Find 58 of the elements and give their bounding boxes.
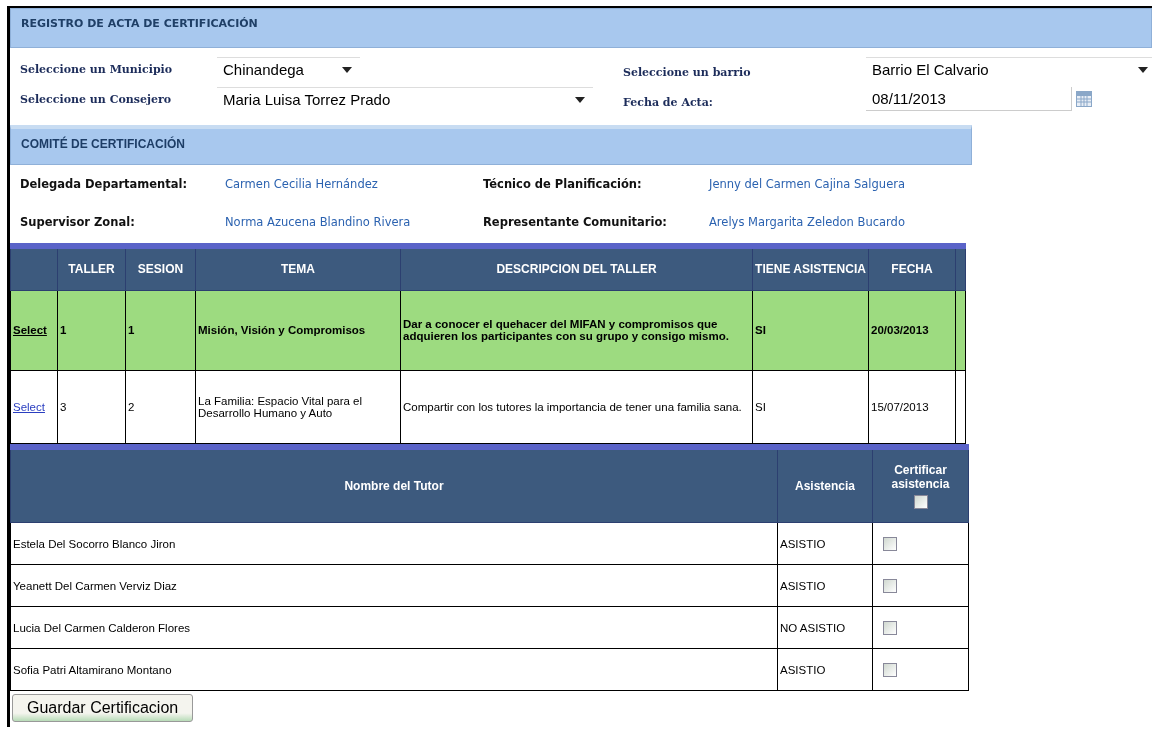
caret-icon <box>575 96 585 103</box>
table-cell: 1 <box>125 290 196 370</box>
select-all-checkbox[interactable] <box>913 494 928 509</box>
column-header: FECHA <box>868 246 956 290</box>
section-title: COMITÉ DE CERTIFICACIÓN <box>21 137 185 151</box>
save-button[interactable]: Guardar Certificacion <box>12 694 194 722</box>
column-header <box>10 246 58 290</box>
caret-icon <box>1138 66 1148 73</box>
checkbox[interactable] <box>883 662 897 677</box>
table-cell: SI <box>752 290 869 370</box>
column-header: DESCRIPCION DEL TALLER <box>400 246 753 290</box>
caret-icon <box>342 66 352 73</box>
field-label: Seleccione un barrio <box>623 65 752 79</box>
table-cell: Sofia Patri Altamirano Montano <box>10 648 778 691</box>
municipio-dropdown[interactable]: Chinandega <box>217 57 360 81</box>
column-header: TALLER <box>57 246 126 290</box>
table-cell: ASISTIO <box>777 522 873 565</box>
member-role: Representante Comunitario: <box>483 214 668 231</box>
member-role: Supervisor Zonal: <box>20 214 136 231</box>
column-header: TEMA <box>195 246 401 290</box>
member-role: Delegada Departamental: <box>20 177 189 193</box>
table-cell: Estela Del Socorro Blanco Jiron <box>10 522 778 565</box>
table-cell: Lucia Del Carmen Calderon Flores <box>10 606 778 649</box>
member-name: Norma Azucena Blandino Rivera <box>225 214 412 231</box>
field-label: Seleccione un Consejero <box>20 92 173 106</box>
column-header: SESION <box>125 246 196 290</box>
column-header: TIENE ASISTENCIA <box>752 246 869 290</box>
table-cell: 1 <box>57 290 126 370</box>
table-cell: SI <box>752 370 869 443</box>
checkbox[interactable] <box>883 578 897 593</box>
workshop-row[interactable]: Select 1 1 Misión, Visión y Compromisos Dar a conocer el quehacer del MIFAN y compromisos que adquieren los participantes con su grupo y consigo mismo. SI 20/03/2013 <box>10 290 966 370</box>
table-cell: ASISTIO <box>777 564 873 607</box>
calendar-icon[interactable] <box>1076 91 1092 107</box>
table-cell: Misión, Visión y Compromisos <box>195 290 401 370</box>
workshop-row[interactable]: Select 3 2 La Familia: Espacio Vital para el Desarrollo Humano y Auto Compartir con los tutores la importancia de tener una familia sana. SI 15/07/2013 <box>10 370 966 443</box>
member-name: Carmen Cecilia Hernández <box>225 177 379 193</box>
table-cell: NO ASISTIO <box>777 606 873 649</box>
table-cell: La Familia: Espacio Vital para el Desarrollo Humano y Auto <box>195 370 401 443</box>
table-cell: 3 <box>57 370 126 443</box>
select-link[interactable]: Select <box>13 400 45 413</box>
table-cell: 2 <box>125 370 196 443</box>
table-cell: Yeanett Del Carmen Verviz Diaz <box>10 564 778 607</box>
select-link[interactable]: Select <box>13 324 47 336</box>
section-title: REGISTRO DE ACTA DE CERTIFICACIÓN <box>21 17 258 30</box>
table-cell: Dar a conocer el quehacer del MIFAN y compromisos que adquieren los participantes con su grupo y consigo mismo. <box>400 290 753 370</box>
table-cell: Compartir con los tutores la importancia de tener una familia sana. <box>400 370 753 443</box>
table-cell: 20/03/2013 <box>868 290 956 370</box>
member-name: Arelys Margarita Zeledon Bucardo <box>709 214 906 231</box>
checkbox[interactable] <box>883 536 897 551</box>
table-cell: 15/07/2013 <box>868 370 956 443</box>
checkbox[interactable] <box>883 620 897 635</box>
field-label: Fecha de Acta: <box>623 95 714 109</box>
member-role: Técnico de Planificación: <box>483 177 643 193</box>
date-field[interactable]: 08/11/2013 <box>866 87 1072 111</box>
field-label: Seleccione un Municipio <box>20 62 174 76</box>
table-cell: ASISTIO <box>777 648 873 691</box>
member-name: Jenny del Carmen Cajina Salguera <box>709 177 906 193</box>
column-header: Certificar asistencia <box>890 462 951 491</box>
